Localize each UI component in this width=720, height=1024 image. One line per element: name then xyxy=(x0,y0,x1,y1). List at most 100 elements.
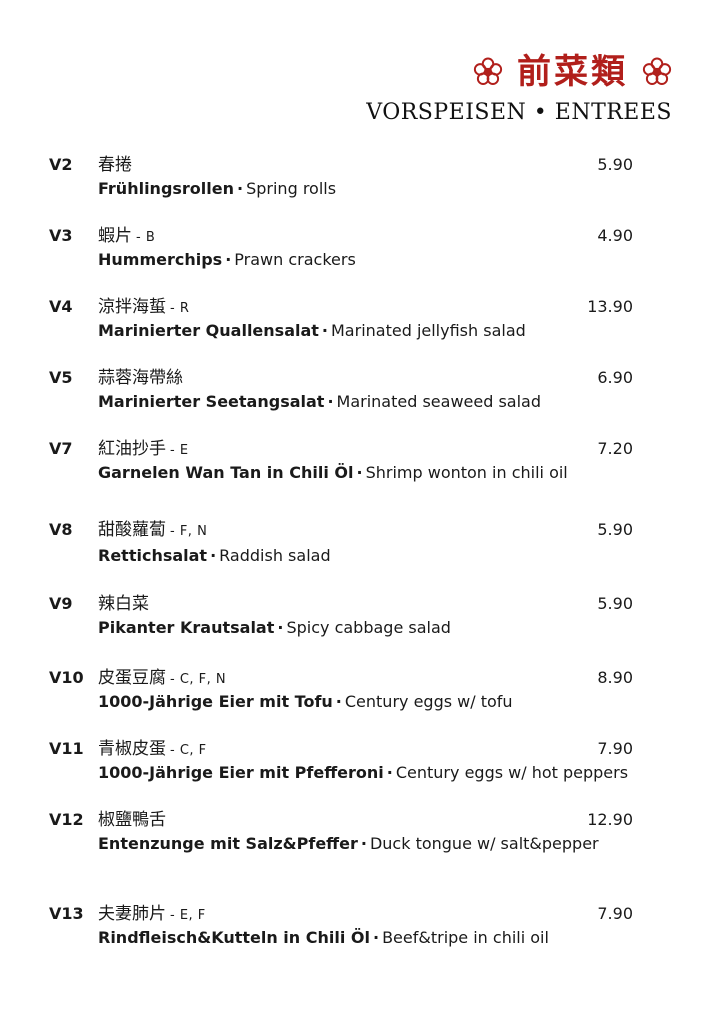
item-description: Pikanter Krautsalat · Spicy cabbage salad xyxy=(98,616,451,640)
menu-header: 前菜類 VORSPEISEN • ENTREES xyxy=(366,48,672,125)
menu-item: V13 夫妻肺片 - E, F 7.90 Rindfleisch&Kutteln … xyxy=(0,902,720,952)
item-name-chinese: 椒鹽鴨舌 xyxy=(98,808,170,834)
separator-dot: · xyxy=(225,250,232,269)
item-code: V10 xyxy=(49,668,84,687)
separator-dot: · xyxy=(386,763,393,782)
item-allergens: - C, F, N xyxy=(170,672,227,687)
separator-dot: · xyxy=(321,321,328,340)
separator-dot: · xyxy=(210,546,217,565)
item-allergens: - E xyxy=(170,443,189,458)
item-name-english: Century eggs w/ tofu xyxy=(344,692,513,711)
separator-dot: · xyxy=(372,928,380,947)
separator-dot: · xyxy=(277,618,284,637)
item-cn-text: 青椒皮蛋 xyxy=(98,739,166,759)
item-code: V8 xyxy=(49,520,73,539)
menu-item: V9 辣白菜 5.90 Pikanter Krautsalat · Spicy ca… xyxy=(0,592,720,642)
item-name-german: Marinierter Seetangsalat xyxy=(98,392,325,411)
item-name-english: Marinated seaweed salad xyxy=(336,392,541,411)
item-cn-text: 皮蛋豆腐 xyxy=(98,668,166,688)
menu-item: V11 青椒皮蛋 - C, F 7.90 1000-Jährige Eier mi… xyxy=(0,737,720,787)
menu-item: V8 甜酸蘿蔔 - F, N 5.90 Rettichsalat · Raddish … xyxy=(0,518,720,568)
item-code: V4 xyxy=(49,297,73,316)
item-description: Rettichsalat · Raddish salad xyxy=(98,544,331,568)
item-code: V11 xyxy=(49,739,84,758)
separator-dot: · xyxy=(327,392,334,411)
flower-icon xyxy=(473,57,503,85)
item-code: V9 xyxy=(49,594,73,613)
item-name-english: Marinated jellyfish salad xyxy=(331,321,526,340)
menu-item: V7 紅油抄手 - E 7.20 Garnelen Wan Tan in Chil… xyxy=(0,437,720,487)
item-description: Marinierter Seetangsalat · Marinated seawe… xyxy=(98,390,541,414)
item-name-chinese: 甜酸蘿蔔 - F, N xyxy=(98,518,207,544)
item-name-chinese: 辣白菜 xyxy=(98,592,153,618)
item-name-english: Beef&tripe in chili oil xyxy=(382,928,549,947)
item-allergens: - R xyxy=(170,301,190,316)
item-cn-text: 蝦片 xyxy=(98,226,132,246)
item-price: 7.90 xyxy=(597,904,633,923)
item-name-german: Hummerchips xyxy=(98,250,223,269)
item-price: 5.90 xyxy=(597,520,633,539)
item-name-chinese: 夫妻肺片 - E, F xyxy=(98,902,206,928)
separator-dot: · xyxy=(360,834,367,853)
section-title-chinese: 前菜類 xyxy=(366,48,672,96)
item-description: Hummerchips · Prawn crackers xyxy=(98,248,356,272)
item-description: Garnelen Wan Tan in Chili Öl · Shrimp wont… xyxy=(98,461,568,485)
separator-dot: · xyxy=(356,463,363,482)
item-cn-text: 紅油抄手 xyxy=(98,439,166,459)
item-name-german: 1000-Jährige Eier mit Pfefferoni xyxy=(98,763,384,782)
item-price: 7.90 xyxy=(597,739,633,758)
item-description: Marinierter Quallensalat · Marinated jelly… xyxy=(98,319,526,343)
item-price: 12.90 xyxy=(587,810,633,829)
item-allergens: - F, N xyxy=(170,524,208,539)
item-name-german: Rettichsalat xyxy=(98,546,208,565)
title-cn-text: 前菜類 xyxy=(517,52,628,92)
item-price: 5.90 xyxy=(597,155,633,174)
item-cn-text: 春捲 xyxy=(98,155,132,175)
item-cn-text: 蒜蓉海帶絲 xyxy=(98,368,183,388)
menu-item: V10 皮蛋豆腐 - C, F, N 8.90 1000-Jährige Eier… xyxy=(0,666,720,716)
menu-item: V2 春捲 5.90 Frühlingsrollen · Spring rolls xyxy=(0,153,720,203)
item-price: 4.90 xyxy=(597,226,633,245)
item-description: 1000-Jährige Eier mit Pfefferoni · Century… xyxy=(98,761,628,785)
item-description: Frühlingsrollen · Spring rolls xyxy=(98,177,336,201)
item-cn-text: 甜酸蘿蔔 xyxy=(98,520,166,540)
item-code: V13 xyxy=(49,904,84,923)
item-name-chinese: 皮蛋豆腐 - C, F, N xyxy=(98,666,226,692)
item-allergens: - C, F xyxy=(170,743,207,758)
menu-item: V12 椒鹽鴨舌 12.90 Entenzunge mit Salz&Pfeff… xyxy=(0,808,720,858)
item-name-chinese: 涼拌海蜇 - R xyxy=(98,295,189,321)
item-cn-text: 椒鹽鴨舌 xyxy=(98,810,166,830)
item-name-english: Spring rolls xyxy=(246,179,337,198)
section-subtitle: VORSPEISEN • ENTREES xyxy=(366,100,672,125)
item-description: Rindfleisch&Kutteln in Chili Öl · Beef&tri… xyxy=(98,926,549,950)
separator-dot: · xyxy=(335,692,342,711)
item-name-chinese: 蒜蓉海帶絲 xyxy=(98,366,187,392)
item-name-english: Century eggs w/ hot peppers xyxy=(395,763,629,782)
item-code: V3 xyxy=(49,226,73,245)
item-cn-text: 涼拌海蜇 xyxy=(98,297,166,317)
item-code: V7 xyxy=(49,439,73,458)
item-price: 7.20 xyxy=(597,439,633,458)
menu-item: V5 蒜蓉海帶絲 6.90 Marinierter Seetangsalat · M… xyxy=(0,366,720,416)
item-allergens: - E, F xyxy=(170,908,206,923)
item-cn-text: 夫妻肺片 xyxy=(98,904,166,924)
menu-item: V3 蝦片 - B 4.90 Hummerchips · Prawn crackers xyxy=(0,224,720,274)
item-code: V2 xyxy=(49,155,73,174)
item-name-chinese: 紅油抄手 - E xyxy=(98,437,189,463)
item-description: 1000-Jährige Eier mit Tofu · Century eggs … xyxy=(98,690,513,714)
item-allergens: - B xyxy=(136,230,156,245)
item-name-english: Spicy cabbage salad xyxy=(286,618,451,637)
item-name-german: Garnelen Wan Tan in Chili Öl xyxy=(98,463,354,482)
item-price: 8.90 xyxy=(597,668,633,687)
item-price: 13.90 xyxy=(587,297,633,316)
separator-dot: · xyxy=(237,179,244,198)
item-name-chinese: 青椒皮蛋 - C, F xyxy=(98,737,207,763)
item-name-english: Raddish salad xyxy=(219,546,331,565)
item-name-german: Marinierter Quallensalat xyxy=(98,321,319,340)
menu-item: V4 涼拌海蜇 - R 13.90 Marinierter Quallensala… xyxy=(0,295,720,345)
item-description: Entenzunge mit Salz&Pfeffer · Duck tongue … xyxy=(98,832,599,856)
item-name-german: Frühlingsrollen xyxy=(98,179,235,198)
item-price: 5.90 xyxy=(597,594,633,613)
flower-icon xyxy=(642,57,672,85)
item-name-english: Duck tongue w/ salt&pepper xyxy=(369,834,599,853)
